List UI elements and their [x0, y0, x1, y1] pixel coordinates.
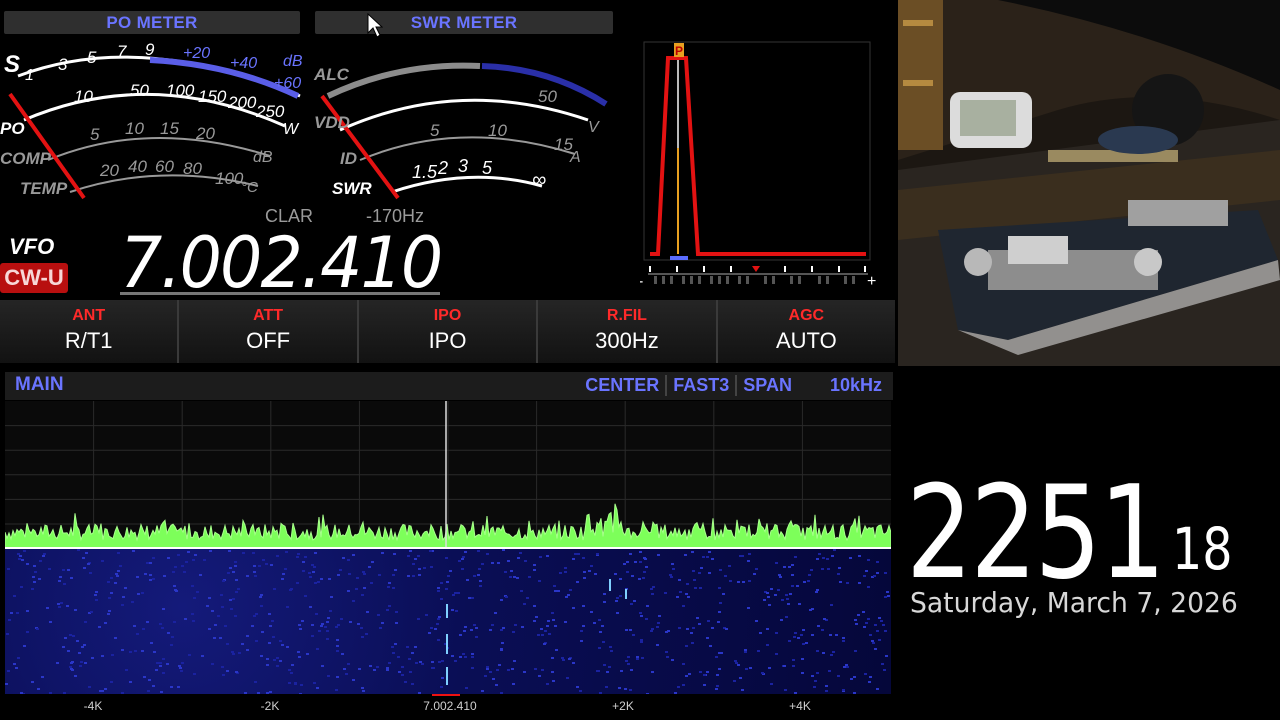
ipo-button-title: IPO — [433, 307, 462, 324]
clock-hours-minutes: 2251 — [906, 459, 1166, 608]
mode-badge[interactable]: CW-U — [0, 263, 68, 293]
waterfall-noise — [5, 549, 890, 694]
swr-meter-header[interactable]: SWR METER — [315, 11, 613, 34]
po-mark-200: 200 — [227, 93, 257, 112]
axis-tick-plus-2k: +2K — [612, 699, 634, 713]
span-label[interactable]: SPAN — [735, 375, 798, 396]
swr-mark-2: 2 — [437, 158, 448, 178]
axis-tick-plus-4k: +4K — [789, 699, 811, 713]
clock-seconds: 18 — [1172, 515, 1233, 583]
rfil-button[interactable]: R.FIL 300Hz — [538, 300, 718, 363]
spectrum-title: MAIN — [15, 374, 64, 395]
sweep-speed-button[interactable]: FAST3 — [665, 375, 735, 396]
scope-minus: - — [640, 273, 643, 290]
comp-mark-20: 20 — [195, 124, 215, 143]
po-mark-50: 50 — [130, 81, 149, 100]
rfil-button-value: 300Hz — [595, 328, 659, 353]
swr-mark-5: 5 — [482, 158, 493, 178]
ipo-button[interactable]: IPO IPO — [358, 300, 539, 363]
comp-mark-15: 15 — [160, 119, 179, 138]
ipo-button-value: IPO — [428, 328, 467, 353]
swr-meter-dial: ALC VDD 50 V ID 5 10 15 A SWR 1.5 2 3 5 … — [313, 62, 608, 200]
po-meter-title: PO METER — [106, 13, 198, 32]
telegraph-key-image — [898, 0, 1280, 366]
att-button[interactable]: ATT OFF — [179, 300, 359, 363]
temp-mark-100: 100 — [215, 169, 244, 188]
vdd-mark-50: 50 — [538, 87, 557, 106]
ant-button[interactable]: ANT R/T1 — [0, 300, 180, 363]
clock-date: Saturday, March 7, 2026 — [910, 586, 1238, 619]
s-mark-1: 1 — [25, 67, 34, 84]
vdd-label: VDD — [314, 113, 350, 132]
axis-tick-minus-2k: -2K — [260, 699, 280, 713]
po-meter-dial: S 1 3 5 7 9 +20 +40 dB +60 PO 10 50 100 … — [0, 40, 303, 200]
swr-mark-3: 3 — [458, 156, 468, 176]
att-button-title: ATT — [253, 307, 284, 324]
id-label: ID — [340, 149, 357, 168]
frequency-axis: -4K -2K 7.002.410 +2K +4K — [5, 696, 891, 720]
db-mark-40: +40 — [230, 55, 257, 72]
spectrum-display[interactable] — [5, 401, 891, 549]
temp-unit: °C — [241, 179, 258, 196]
id-unit: A — [569, 149, 581, 166]
s-mark-5: 5 — [87, 48, 97, 67]
po-mark-150: 150 — [198, 87, 227, 106]
swr-mark-1-5: 1.5 — [412, 162, 438, 182]
center-mode-button[interactable]: CENTER — [579, 375, 665, 396]
swr-meter-title: SWR METER — [410, 13, 518, 32]
agc-button-title: AGC — [788, 307, 825, 324]
db-mark-60: +60 — [274, 75, 301, 92]
po-mark-100: 100 — [166, 81, 195, 100]
temp-mark-80: 80 — [183, 159, 202, 178]
po-label: PO — [0, 119, 25, 138]
po-mark-10: 10 — [74, 87, 93, 106]
axis-tick-center: 7.002.410 — [423, 699, 477, 713]
comp-mark-10: 10 — [125, 119, 144, 138]
spectrum-header: MAIN CENTER FAST3 SPAN 10kHz — [5, 372, 893, 400]
swr-mark-inf: ∞ — [532, 169, 546, 191]
temp-mark-20: 20 — [99, 161, 119, 180]
waterfall-display[interactable] — [5, 549, 891, 694]
comp-label: COMP — [0, 149, 52, 168]
swr-label: SWR — [332, 179, 372, 198]
s-mark-9: 9 — [145, 40, 155, 59]
frequency-underline — [120, 292, 440, 295]
span-value[interactable]: 10kHz — [824, 375, 888, 396]
comp-unit: dB — [253, 149, 273, 166]
ant-button-title: ANT — [72, 307, 106, 324]
po-unit: W — [283, 121, 300, 138]
scope-plus: + — [867, 273, 876, 290]
comp-mark-5: 5 — [90, 125, 100, 144]
temp-mark-60: 60 — [155, 157, 174, 176]
s-label: S — [4, 51, 20, 78]
rfil-button-title: R.FIL — [606, 307, 647, 324]
scope-peak-label: P — [675, 44, 683, 58]
alc-label: ALC — [313, 65, 350, 84]
filter-scope: P - + — [640, 41, 876, 290]
axis-tick-minus-4k: -4K — [83, 699, 103, 713]
agc-button[interactable]: AGC AUTO — [717, 300, 896, 363]
db-unit: dB — [283, 53, 303, 70]
mouse-cursor-icon — [367, 13, 383, 38]
agc-button-value: AUTO — [775, 328, 837, 353]
po-mark-250: 250 — [255, 102, 285, 121]
s-mark-3: 3 — [58, 55, 68, 74]
s-mark-7: 7 — [117, 42, 127, 61]
camera-view — [898, 0, 1280, 366]
vdd-unit: V — [588, 119, 600, 136]
spectrum-trace — [5, 401, 891, 549]
ant-button-value: R/T1 — [64, 328, 113, 353]
att-button-value: OFF — [246, 328, 291, 353]
spectrum-settings: CENTER FAST3 SPAN 10kHz — [579, 375, 888, 396]
temp-label: TEMP — [20, 179, 68, 198]
vfo-label: VFO — [9, 234, 55, 259]
temp-mark-40: 40 — [128, 157, 147, 176]
function-button-bar: ANT R/T1 ATT OFF IPO IPO R.FIL 300Hz AGC… — [0, 300, 896, 363]
id-mark-5: 5 — [430, 121, 440, 140]
db-mark-20: +20 — [183, 45, 210, 62]
po-meter-header[interactable]: PO METER — [4, 11, 300, 34]
id-mark-10: 10 — [488, 121, 507, 140]
